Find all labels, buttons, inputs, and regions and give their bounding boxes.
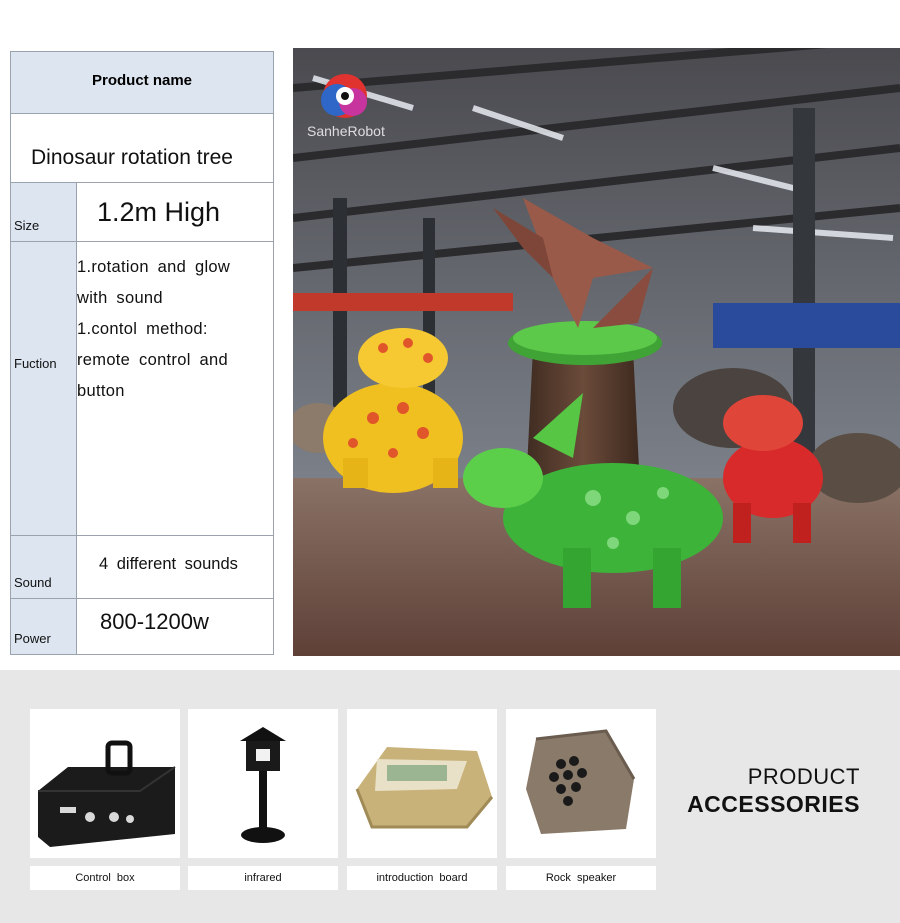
warehouse-scene-image: SanheRobot bbox=[293, 48, 900, 656]
accessories-title-line1: PRODUCT bbox=[747, 764, 860, 789]
control-box-icon bbox=[38, 740, 176, 847]
function-line: with sound bbox=[77, 289, 163, 307]
product-photo: SanheRobot bbox=[293, 48, 900, 656]
introduction-board-icon bbox=[355, 747, 494, 829]
rock-speaker-icon bbox=[526, 729, 636, 834]
function-line: remote control and bbox=[77, 351, 228, 369]
product-name: Dinosaur rotation tree bbox=[11, 114, 273, 183]
sound-label: Sound bbox=[11, 536, 77, 599]
function-label: Fuction bbox=[11, 242, 77, 536]
spec-header: Product name bbox=[11, 52, 273, 114]
accessories-title-line2: ACCESSORIES bbox=[687, 791, 860, 817]
accessory-label: introduction board bbox=[347, 866, 497, 890]
function-line: button bbox=[77, 382, 125, 400]
power-value: 800-1200w bbox=[100, 609, 209, 634]
size-label: Size bbox=[11, 183, 77, 242]
sound-value: 4 different sounds bbox=[77, 536, 273, 599]
accessory-control-box bbox=[30, 709, 180, 858]
spec-table: Product name Dinosaur rotation tree Size… bbox=[10, 51, 274, 655]
function-line: 1.rotation and glow bbox=[77, 258, 231, 276]
size-value: 1.2m High bbox=[77, 183, 273, 242]
accessory-label: infrared bbox=[188, 866, 338, 890]
accessories-title: PRODUCT ACCESSORIES bbox=[687, 764, 860, 818]
watermark-text: SanheRobot bbox=[307, 123, 385, 139]
accessory-infrared bbox=[188, 709, 338, 858]
function-line: 1.contol method: bbox=[77, 320, 208, 338]
accessory-introduction-board bbox=[347, 709, 497, 858]
infrared-sensor-icon bbox=[240, 727, 286, 843]
accessory-rock-speaker bbox=[506, 709, 656, 858]
accessory-label: Control box bbox=[30, 866, 180, 890]
accessory-label: Rock speaker bbox=[506, 866, 656, 890]
function-value: 1.rotation and glow with sound 1.contol … bbox=[77, 242, 273, 536]
power-label: Power bbox=[11, 599, 77, 654]
